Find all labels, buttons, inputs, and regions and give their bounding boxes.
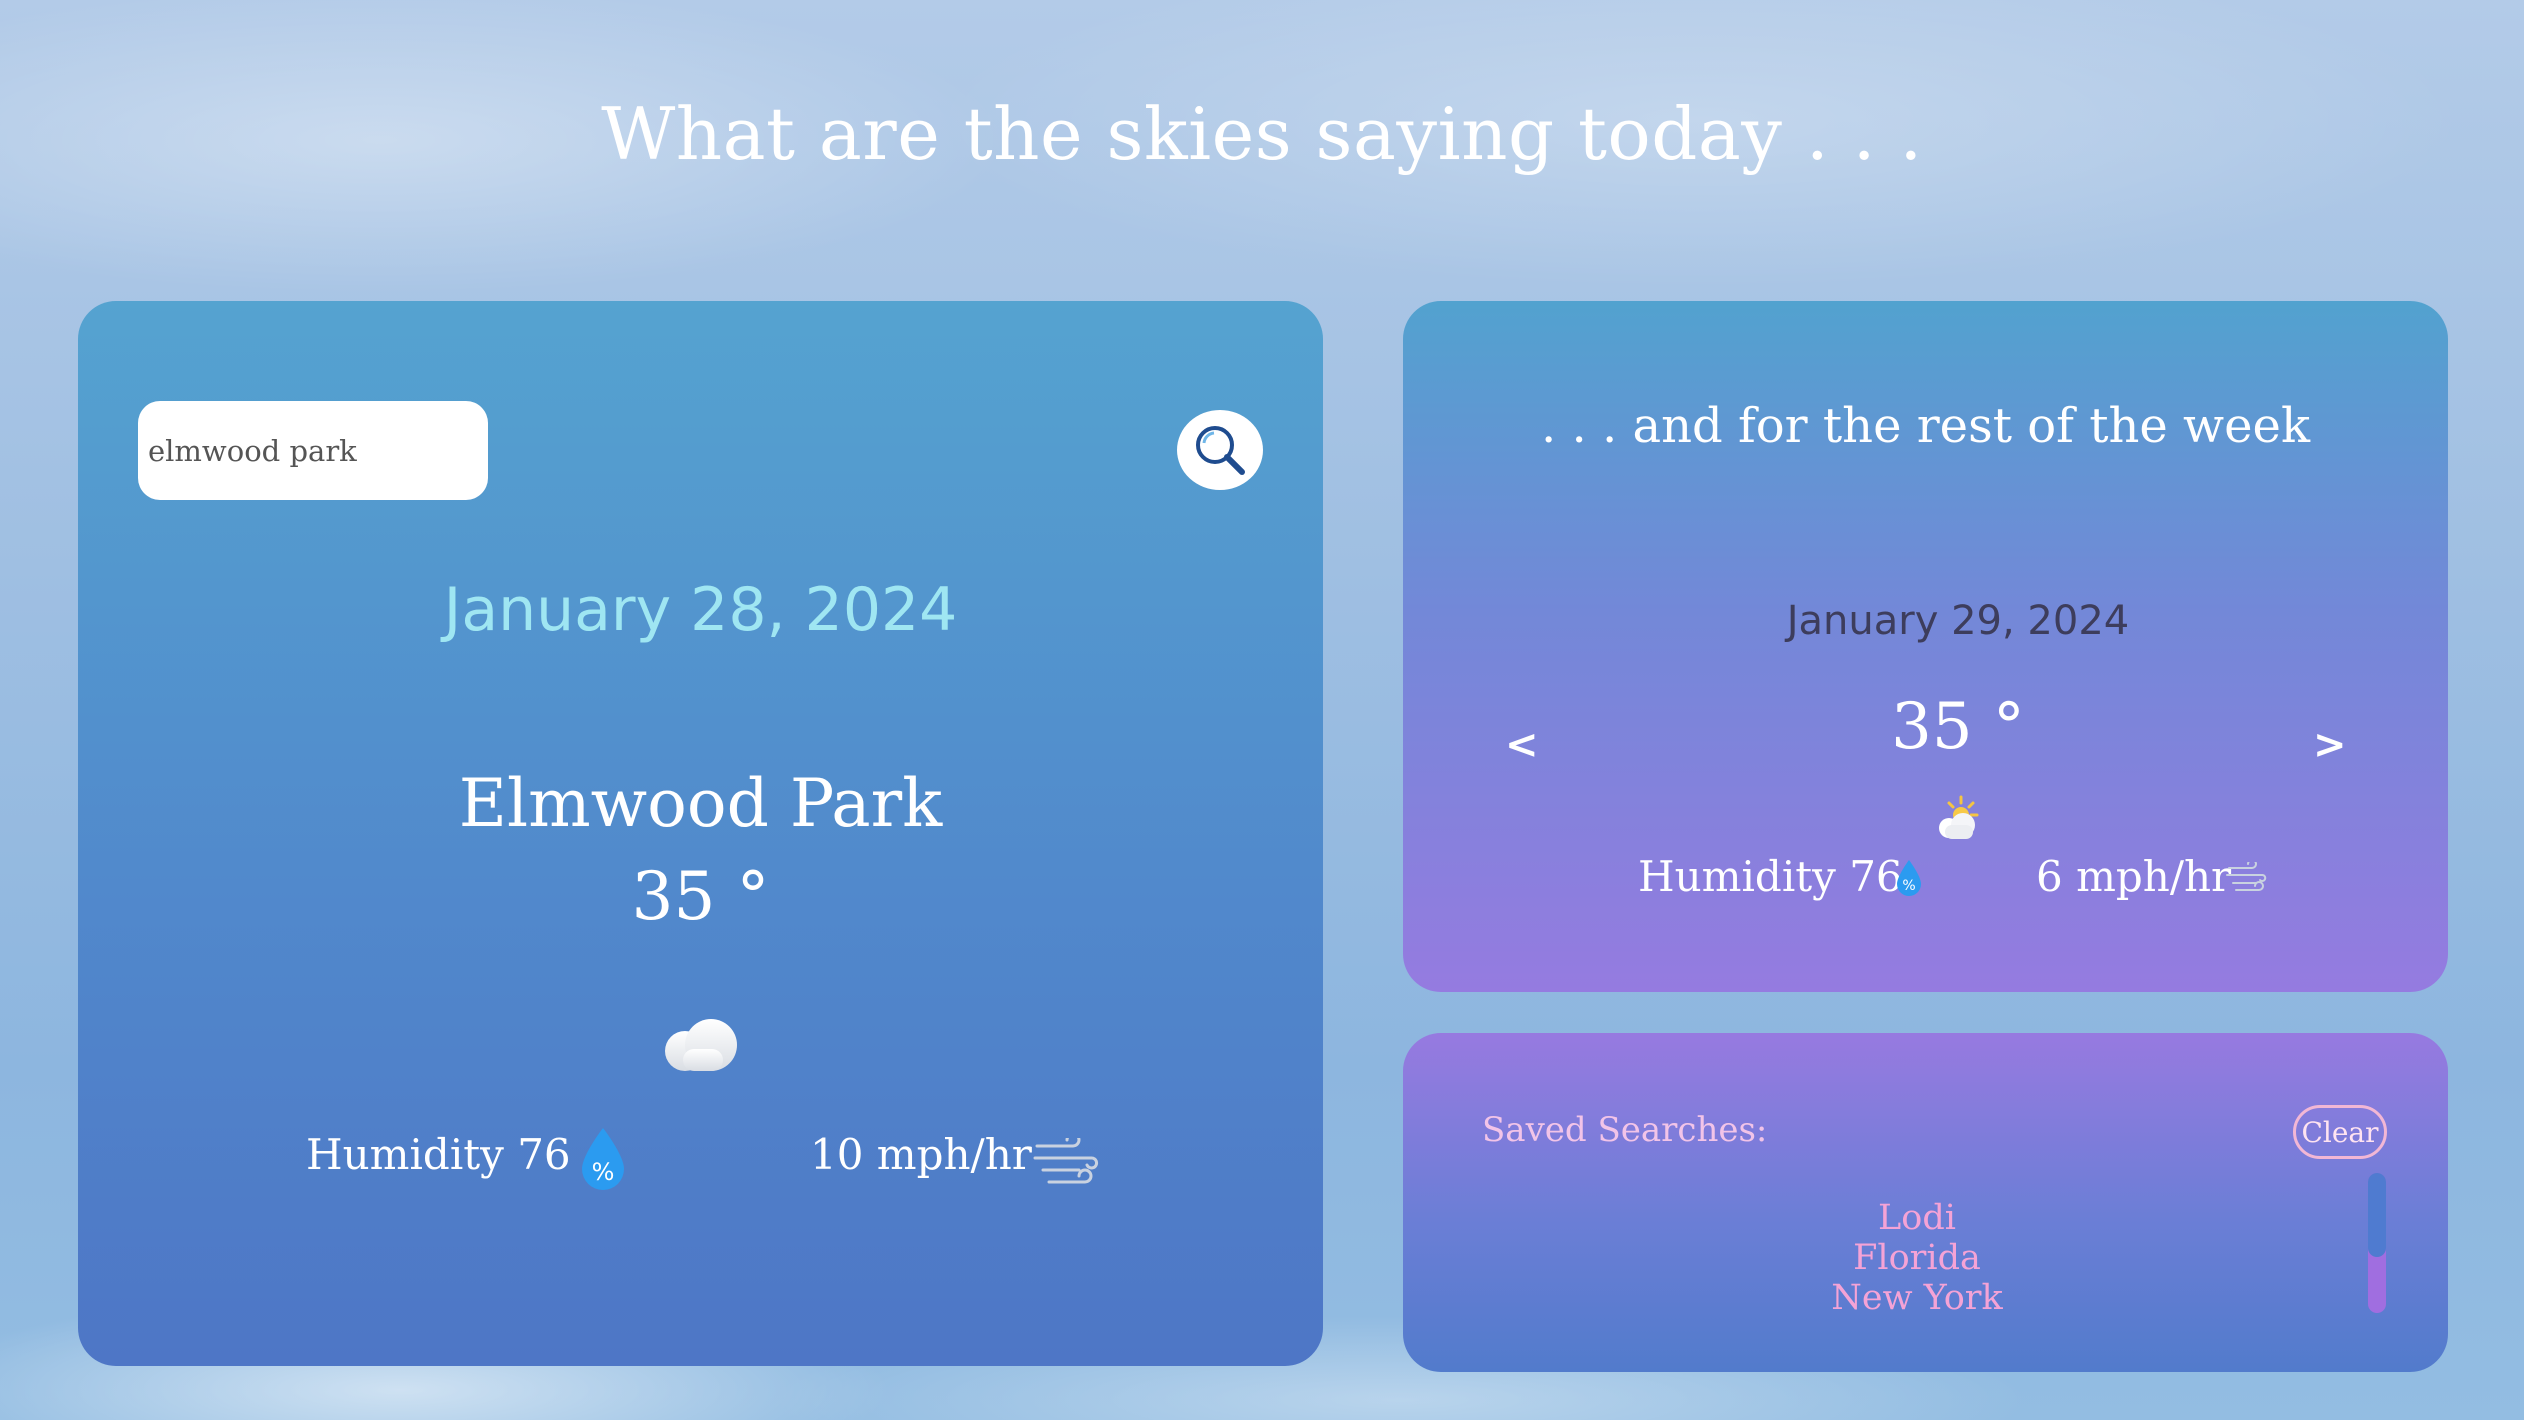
search-input[interactable]	[138, 401, 488, 500]
forecast-humidity: Humidity 76	[1638, 852, 1903, 901]
page-title: What are the skies saying today . . .	[601, 92, 1923, 176]
saved-searches-scrollbar[interactable]	[2368, 1173, 2386, 1313]
forecast-humidity-drop-icon: %	[1897, 860, 1921, 896]
saved-searches-list: Lodi Florida New York	[1702, 1198, 2132, 1318]
forecast-wind-icon	[2226, 862, 2267, 891]
saved-search-item[interactable]: Lodi	[1702, 1198, 2132, 1238]
week-title: . . . and for the rest of the week	[1540, 398, 2311, 454]
search-button[interactable]	[1177, 410, 1263, 490]
next-day-button[interactable]: >	[2313, 722, 2347, 768]
current-date: January 28, 2024	[443, 575, 958, 645]
humidity-drop-icon: %	[582, 1128, 624, 1190]
forecast-humidity-drop-symbol: %	[1902, 878, 1915, 894]
city-name: Elmwood Park	[458, 765, 943, 842]
clear-button[interactable]: Clear	[2293, 1105, 2387, 1159]
cloud-icon	[665, 1019, 737, 1071]
saved-search-item[interactable]: New York	[1702, 1278, 2132, 1318]
saved-search-item[interactable]: Florida	[1702, 1238, 2132, 1278]
forecast-temperature: 35 °	[1891, 690, 2025, 764]
saved-searches-label: Saved Searches:	[1482, 1110, 1768, 1150]
scrollbar-thumb[interactable]	[2368, 1173, 2386, 1257]
current-temperature: 35 °	[631, 858, 770, 935]
humidity-drop-symbol: %	[592, 1158, 615, 1186]
current-humidity: Humidity 76	[306, 1130, 571, 1179]
forecast-wind: 6 mph/hr	[2036, 852, 2232, 901]
wind-icon	[1033, 1138, 1099, 1184]
partly-sunny-icon	[1939, 795, 1979, 839]
current-wind: 10 mph/hr	[810, 1130, 1032, 1179]
search-icon	[1196, 426, 1245, 475]
forecast-date: January 29, 2024	[1786, 598, 2130, 644]
prev-day-button[interactable]: <	[1505, 722, 1539, 768]
